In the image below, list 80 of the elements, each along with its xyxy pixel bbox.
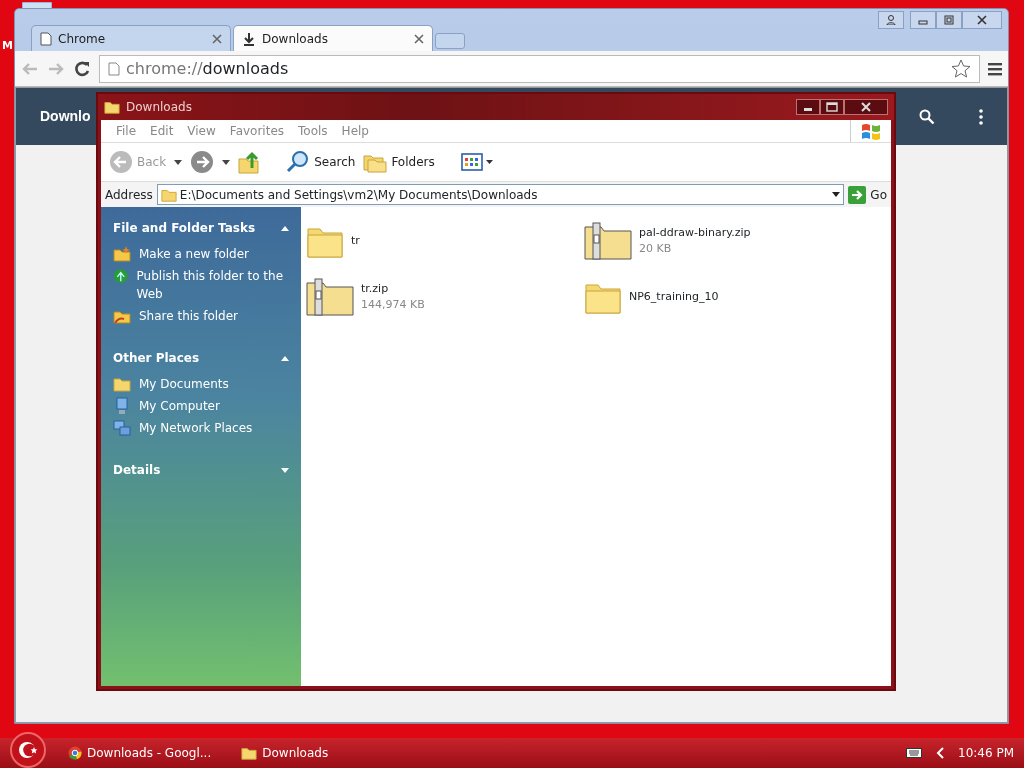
menu-icon[interactable]: [988, 61, 1002, 76]
section-title[interactable]: Details: [113, 461, 161, 479]
address-label: Address: [105, 186, 153, 204]
folder-icon: [104, 99, 120, 115]
file-name[interactable]: pal-ddraw-binary.zip: [639, 224, 751, 241]
page-icon: [108, 61, 120, 76]
more-icon[interactable]: [979, 108, 983, 125]
flag-logo-icon: [861, 122, 881, 140]
profile-button[interactable]: [878, 11, 904, 29]
dropdown-caret-icon[interactable]: [174, 159, 183, 165]
menu-item[interactable]: Tools: [291, 122, 335, 140]
address-bar[interactable]: chrome://downloads: [99, 54, 980, 83]
menu-item[interactable]: Favorites: [222, 122, 292, 140]
download-icon: [242, 31, 256, 46]
person-icon: [886, 15, 896, 25]
reload-icon[interactable]: [73, 59, 91, 78]
close-icon: [977, 15, 987, 25]
chevron-left-icon[interactable]: [936, 747, 944, 759]
search-icon[interactable]: [919, 108, 935, 125]
computer-icon: [113, 397, 131, 415]
page-title: Downlo: [40, 107, 91, 126]
file-size: 144,974 KB: [361, 297, 425, 313]
folders-label[interactable]: Folders: [391, 153, 435, 171]
window-title: Downloads: [126, 99, 193, 116]
dropdown-caret-icon: [832, 192, 841, 197]
task-link[interactable]: My Documents: [139, 375, 229, 393]
file-name[interactable]: NP6_training_10: [629, 288, 719, 306]
maximize-button[interactable]: [820, 99, 844, 115]
restore-icon: [944, 15, 954, 25]
folder-icon: [241, 745, 258, 761]
search-label[interactable]: Search: [314, 153, 356, 171]
desktop-icon-label: M: [2, 38, 13, 54]
url-text: chrome://downloads: [126, 57, 289, 80]
file-name[interactable]: tr.zip: [361, 280, 425, 297]
minimize-button[interactable]: [796, 99, 820, 115]
zip-folder-icon: [305, 277, 355, 317]
task-link[interactable]: Share this folder: [139, 307, 238, 325]
taskbar-button[interactable]: Downloads: [233, 744, 337, 762]
keyboard-icon[interactable]: [906, 748, 922, 758]
taskbar-button[interactable]: Downloads - Googl...: [60, 744, 220, 762]
zip-folder-icon: [583, 221, 633, 261]
task-link[interactable]: Make a new folder: [139, 245, 250, 263]
file-name[interactable]: tr: [351, 232, 360, 250]
grid-view-icon[interactable]: [460, 152, 495, 172]
section-title[interactable]: File and Folder Tasks: [113, 219, 256, 237]
section-title[interactable]: Other Places: [113, 349, 200, 367]
restore-button[interactable]: [936, 11, 962, 29]
collapse-caret-icon[interactable]: [281, 225, 289, 231]
close-icon[interactable]: [414, 33, 424, 44]
task-link[interactable]: My Network Places: [139, 419, 253, 437]
start-button[interactable]: [10, 732, 46, 768]
page-icon: [40, 31, 52, 46]
network-icon: [113, 419, 131, 437]
task-link[interactable]: Publish this folder to the Web: [136, 267, 289, 303]
folder-up-icon[interactable]: [238, 150, 261, 174]
go-button[interactable]: Go: [848, 185, 887, 204]
folder-icon: [113, 375, 131, 393]
address-field[interactable]: E:\Documents and Settings\vm2\My Documents\Downloads: [156, 184, 845, 205]
clock: 10:46 PM: [958, 745, 1014, 762]
chrome-icon: [68, 746, 82, 760]
menu-item[interactable]: Edit: [143, 122, 181, 140]
menu-item[interactable]: View: [180, 122, 223, 140]
search-icon[interactable]: [286, 150, 311, 174]
new-folder-icon: [113, 245, 131, 263]
close-button[interactable]: [962, 11, 1002, 29]
collapse-caret-icon[interactable]: [281, 355, 289, 361]
star-icon[interactable]: [951, 58, 971, 79]
close-button[interactable]: [844, 99, 888, 115]
crescent-star-icon: [17, 739, 39, 761]
menu-item[interactable]: Help: [334, 122, 376, 140]
dropdown-caret-icon[interactable]: [222, 159, 231, 165]
close-icon: [861, 102, 871, 112]
browser-tab[interactable]: Chrome: [31, 25, 231, 51]
menu-item[interactable]: File: [109, 122, 144, 140]
close-icon[interactable]: [212, 33, 222, 44]
expand-caret-icon[interactable]: [281, 467, 289, 473]
task-link[interactable]: My Computer: [139, 397, 220, 415]
maximize-icon: [826, 102, 838, 112]
file-size: 20 KB: [639, 241, 673, 257]
browser-tab[interactable]: Downloads: [233, 25, 433, 51]
